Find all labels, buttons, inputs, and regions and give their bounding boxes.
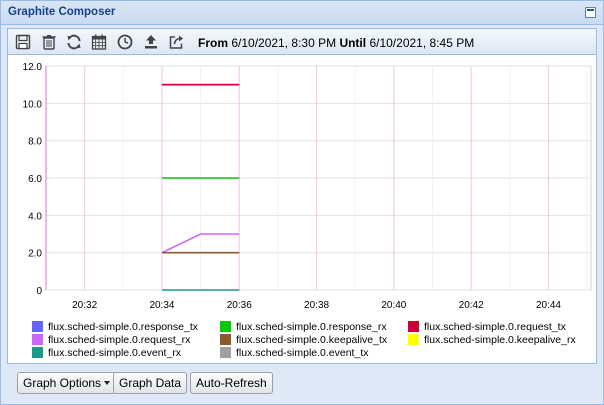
window-title: Graphite Composer bbox=[8, 6, 116, 18]
legend-label: flux.sched-simple.0.request_tx bbox=[424, 321, 566, 333]
minimize-icon[interactable] bbox=[585, 7, 596, 18]
time-range[interactable]: From 6/10/2021, 8:30 PM Until 6/10/2021,… bbox=[198, 36, 474, 50]
y-tick-label: 0 bbox=[36, 286, 42, 297]
legend-swatch bbox=[220, 321, 231, 332]
x-tick-label: 20:38 bbox=[304, 300, 329, 311]
legend-item: flux.sched-simple.0.request_tx bbox=[408, 321, 566, 334]
graph-options-button[interactable]: Graph Options bbox=[17, 372, 117, 394]
until-value: 6/10/2021, 8:45 PM bbox=[369, 36, 475, 50]
legend-label: flux.sched-simple.0.request_rx bbox=[48, 334, 191, 346]
legend-item: flux.sched-simple.0.response_rx bbox=[220, 321, 387, 334]
legend-swatch bbox=[32, 321, 43, 332]
chevron-down-icon bbox=[104, 381, 111, 385]
graph-chart: 0 2.0 4.0 6.0 8.0 10.0 12.0 20:32 20:34 20:36 20:3… bbox=[23, 62, 592, 311]
graph-data-button[interactable]: Graph Data bbox=[113, 372, 188, 394]
legend-label: flux.sched-simple.0.keepalive_tx bbox=[236, 334, 388, 346]
y-tick-label: 2.0 bbox=[28, 249, 42, 260]
legend-swatch bbox=[408, 321, 419, 332]
clock-icon[interactable] bbox=[116, 33, 134, 51]
from-value: 6/10/2021, 8:30 PM bbox=[231, 36, 337, 50]
legend-swatch bbox=[220, 334, 231, 345]
auto-refresh-button[interactable]: Auto-Refresh bbox=[190, 372, 273, 394]
auto-refresh-label: Auto-Refresh bbox=[196, 376, 267, 390]
graph-panel: 0 2.0 4.0 6.0 8.0 10.0 12.0 20:32 20:34 20:36 20:3… bbox=[7, 54, 597, 364]
legend-item: flux.sched-simple.0.event_rx bbox=[32, 347, 181, 360]
until-label: Until bbox=[339, 36, 367, 50]
x-tick-label: 20:42 bbox=[459, 300, 484, 311]
graph-legend: flux.sched-simple.0.response_tx flux.sche… bbox=[32, 321, 592, 361]
x-tick-label: 20:36 bbox=[227, 300, 252, 311]
legend-label: flux.sched-simple.0.response_tx bbox=[48, 321, 198, 333]
legend-item: flux.sched-simple.0.response_tx bbox=[32, 321, 198, 334]
legend-item: flux.sched-simple.0.event_tx bbox=[220, 347, 368, 360]
legend-swatch bbox=[220, 347, 231, 358]
y-tick-label: 12.0 bbox=[23, 62, 43, 73]
legend-swatch bbox=[32, 347, 43, 358]
x-tick-label: 20:44 bbox=[536, 300, 561, 311]
from-label: From bbox=[198, 36, 228, 50]
calendar-icon[interactable] bbox=[90, 33, 108, 51]
save-icon[interactable] bbox=[14, 33, 32, 51]
y-tick-label: 6.0 bbox=[28, 174, 42, 185]
legend-label: flux.sched-simple.0.event_tx bbox=[236, 347, 369, 359]
y-tick-label: 10.0 bbox=[23, 99, 43, 110]
graph-options-label: Graph Options bbox=[23, 376, 102, 390]
upload-icon[interactable] bbox=[142, 33, 160, 51]
share-icon[interactable] bbox=[167, 33, 185, 51]
x-tick-label: 20:32 bbox=[72, 300, 97, 311]
y-tick-label: 8.0 bbox=[28, 137, 42, 148]
trash-icon[interactable] bbox=[40, 33, 58, 51]
legend-item: flux.sched-simple.0.request_rx bbox=[32, 334, 190, 347]
x-tick-label: 20:40 bbox=[381, 300, 406, 311]
x-tick-label: 20:34 bbox=[149, 300, 174, 311]
composer-toolbar: From 6/10/2021, 8:30 PM Until 6/10/2021,… bbox=[7, 28, 597, 54]
button-bar: Graph Options Graph Data Auto-Refresh bbox=[7, 364, 597, 400]
refresh-icon[interactable] bbox=[65, 33, 83, 51]
legend-label: flux.sched-simple.0.keepalive_rx bbox=[424, 334, 576, 346]
legend-swatch bbox=[408, 334, 419, 345]
legend-label: flux.sched-simple.0.response_rx bbox=[236, 321, 387, 333]
composer-window: Graphite Composer From 6/10/2021, 8:30 P… bbox=[0, 0, 604, 405]
legend-item: flux.sched-simple.0.keepalive_rx bbox=[408, 334, 576, 347]
y-tick-label: 4.0 bbox=[28, 211, 42, 222]
legend-swatch bbox=[32, 334, 43, 345]
graph-data-label: Graph Data bbox=[119, 376, 182, 390]
window-titlebar: Graphite Composer bbox=[1, 1, 603, 25]
legend-label: flux.sched-simple.0.event_rx bbox=[48, 347, 182, 359]
legend-item: flux.sched-simple.0.keepalive_tx bbox=[220, 334, 387, 347]
